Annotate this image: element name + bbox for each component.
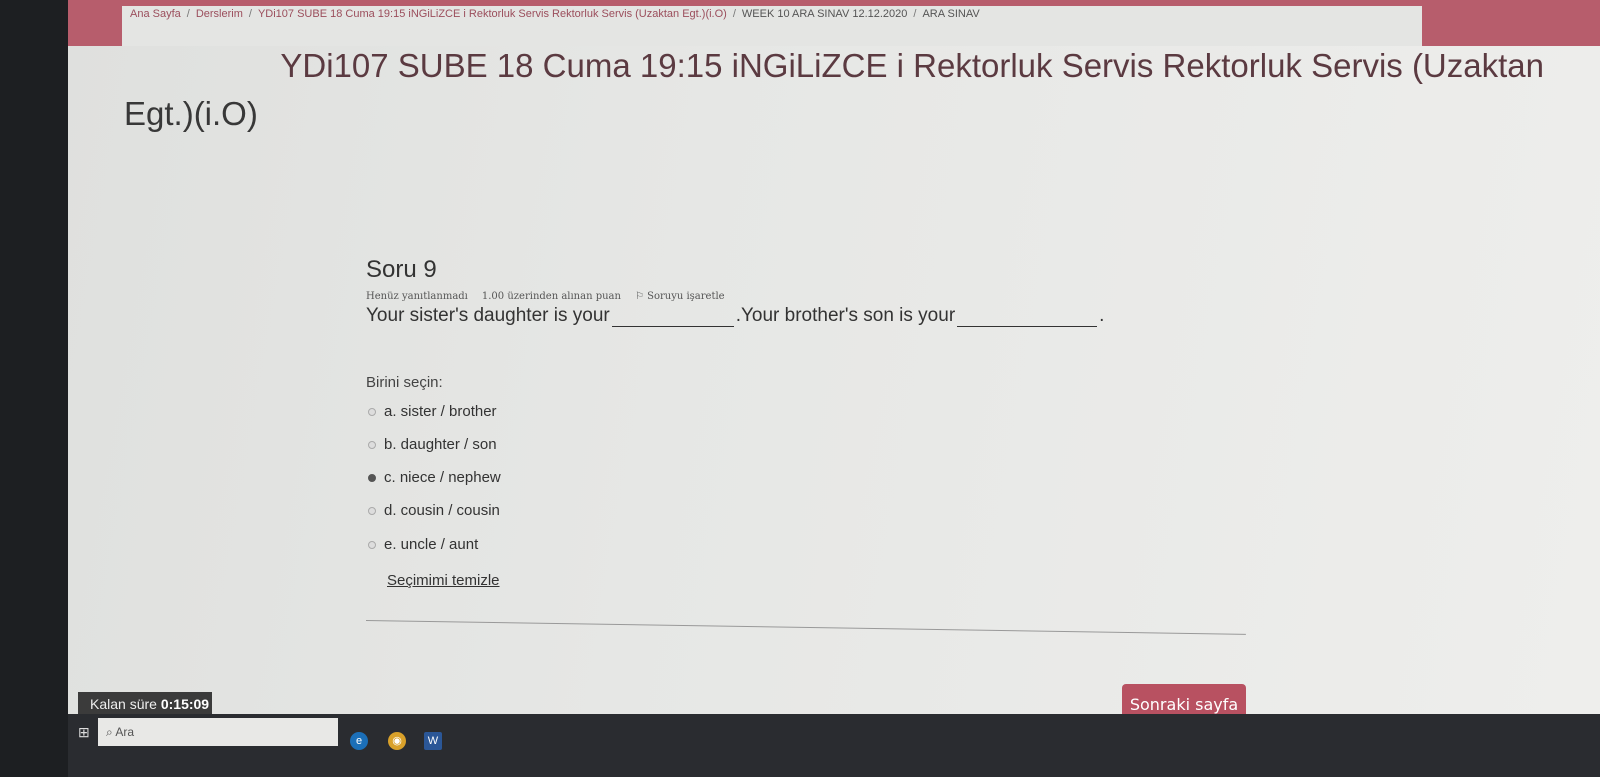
answer-option-label: e. uncle / aunt: [384, 536, 479, 553]
answer-option-d[interactable]: d. cousin / cousin: [368, 502, 500, 519]
edge-browser-icon[interactable]: e: [350, 732, 368, 750]
answer-option-label: a. sister / brother: [384, 403, 497, 420]
breadcrumb-separator: /: [913, 8, 917, 20]
breadcrumb: Ana Sayfa / Derslerim / YDi107 SUBE 18 C…: [122, 6, 1422, 46]
answer-option-a[interactable]: a. sister / brother: [368, 403, 497, 420]
answer-blank: [611, 308, 734, 327]
breadcrumb-my-courses[interactable]: Derslerim: [196, 8, 243, 20]
question-status: Henüz yanıtlanmadı: [366, 291, 468, 302]
breadcrumb-week[interactable]: WEEK 10 ARA SINAV 12.12.2020: [742, 8, 908, 20]
answer-option-label: b. daughter / son: [384, 436, 497, 453]
breadcrumb-separator: /: [248, 8, 252, 20]
breadcrumb-exam[interactable]: ARA SINAV: [922, 8, 979, 20]
divider: [365, 620, 1246, 635]
answer-option-e[interactable]: e. uncle / aunt: [368, 536, 478, 553]
question-text-end: .: [1099, 305, 1105, 326]
time-remaining-value: 0:15:09: [160, 696, 210, 712]
breadcrumb-separator: /: [186, 8, 190, 20]
answer-blank: [957, 308, 1098, 327]
breadcrumb-home[interactable]: Ana Sayfa: [130, 8, 181, 20]
page-title: YDi107 SUBE 18 Cuma 19:15 iNGiLiZCE i Re…: [124, 42, 1544, 138]
question-points: 1.00 üzerinden alınan puan: [481, 291, 621, 302]
browser-viewport: ⊞ Ana Sayfa / Derslerim / YDi107 SUBE 18…: [68, 0, 1600, 748]
search-icon: ⌕: [106, 725, 113, 739]
question-text-part1: Your sister's daughter is your: [366, 305, 610, 326]
word-app-icon[interactable]: W: [424, 732, 442, 750]
answer-option-c[interactable]: c. niece / nephew: [368, 469, 501, 486]
answer-option-label: d. cousin / cousin: [384, 502, 500, 519]
taskbar-search[interactable]: ⌕ Ara: [98, 718, 338, 746]
question-info: Henüz yanıtlanmadı 1.00 üzerinden alınan…: [366, 291, 725, 302]
flag-question-link[interactable]: ⚐ Soruyu işaretle: [635, 291, 725, 302]
question-number: Soru 9: [366, 256, 437, 283]
radio-button[interactable]: [368, 440, 376, 449]
breadcrumb-course[interactable]: YDi107 SUBE 18 Cuma 19:15 iNGiLiZCE i Re…: [258, 8, 727, 20]
choose-one-label: Birini seçin:: [366, 374, 443, 391]
time-remaining-label: Kalan süre: [90, 696, 157, 712]
radio-button[interactable]: [368, 506, 376, 515]
answer-option-b[interactable]: b. daughter / son: [368, 436, 497, 453]
clear-selection-link[interactable]: Seçimimi temizle: [387, 572, 500, 589]
windows-start-icon[interactable]: ⊞: [78, 724, 90, 741]
radio-button[interactable]: [368, 540, 376, 549]
answer-option-label: c. niece / nephew: [384, 469, 501, 486]
breadcrumb-separator: /: [732, 8, 736, 20]
windows-taskbar: ⊞ ⌕ Ara e ◉ W: [68, 714, 1600, 777]
taskbar-search-placeholder: Ara: [115, 725, 135, 739]
page-title-line1: YDi107 SUBE 18 Cuma 19:15 iNGiLiZCE i Re…: [280, 47, 1544, 84]
radio-button-selected[interactable]: [368, 473, 376, 482]
question-text: Your sister's daughter is your .Your bro…: [366, 305, 1104, 327]
page-title-line2: Egt.)(i.O): [124, 95, 258, 132]
radio-button[interactable]: [368, 407, 376, 416]
flag-question-label: Soruyu işaretle: [647, 291, 725, 302]
question-text-part2: .Your brother's son is your: [735, 305, 956, 326]
flag-icon: ⚐: [634, 291, 644, 302]
time-remaining: Kalan süre 0:15:09: [78, 692, 212, 716]
chrome-browser-icon[interactable]: ◉: [388, 732, 406, 750]
